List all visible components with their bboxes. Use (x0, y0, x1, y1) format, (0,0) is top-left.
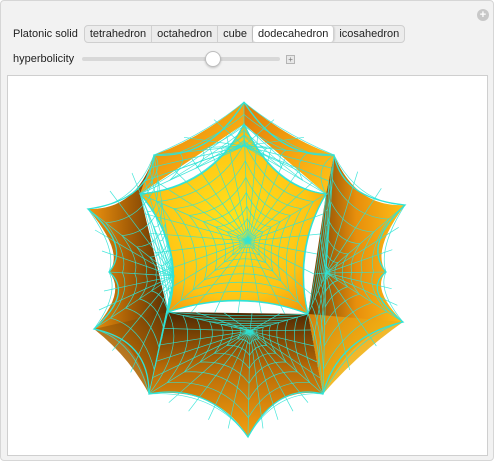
slider-expand-icon[interactable]: + (286, 54, 296, 64)
hyperbolicity-row: hyperbolicity + (13, 51, 296, 67)
solid-setter-bar: tetrahedron octahedron cube dodecahedron… (83, 25, 406, 43)
solid-option-icosahedron[interactable]: icosahedron (334, 26, 404, 42)
solid-selector-row: Platonic solid tetrahedron octahedron cu… (13, 25, 406, 43)
solid-option-octahedron[interactable]: octahedron (152, 26, 219, 42)
hyperbolicity-slider-thumb[interactable] (204, 51, 221, 67)
hyperbolicity-label: hyperbolicity (13, 53, 75, 65)
solid-option-tetrahedron[interactable]: tetrahedron (85, 26, 153, 42)
platonic-solid-label: Platonic solid (13, 28, 78, 40)
hyperbolicity-slider[interactable] (82, 51, 281, 67)
graphics-view[interactable] (7, 75, 488, 456)
hyperbolic-dodecahedron-render (86, 101, 407, 439)
expand-icon[interactable]: + (477, 9, 489, 21)
solid-option-dodecahedron[interactable]: dodecahedron (253, 26, 335, 42)
manipulate-panel: + Platonic solid tetrahedron octahedron … (0, 0, 494, 461)
solid-option-cube[interactable]: cube (218, 26, 253, 42)
